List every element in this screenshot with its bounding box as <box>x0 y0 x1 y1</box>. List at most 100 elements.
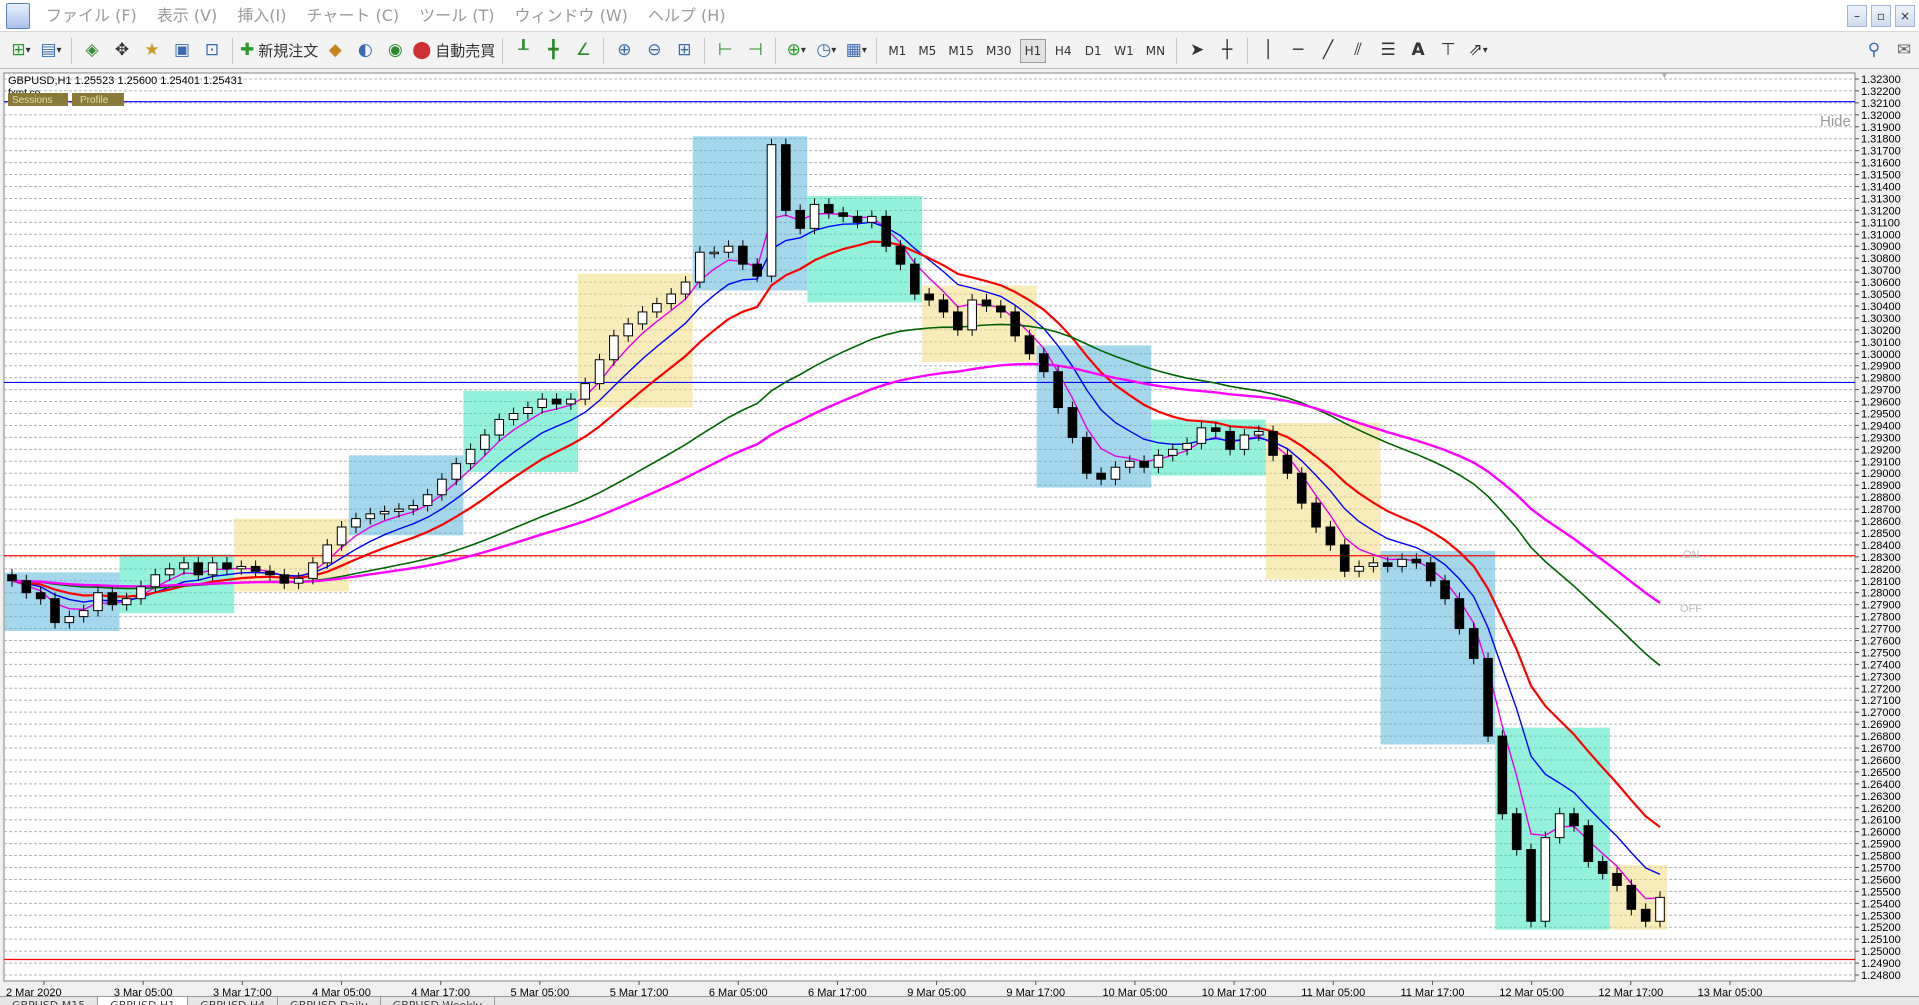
candle-body <box>695 251 705 283</box>
timeframe-mn[interactable]: MN <box>1142 39 1169 63</box>
candle-body <box>795 209 805 229</box>
timeframe-m30[interactable]: M30 <box>982 39 1016 63</box>
menu-tools[interactable]: ツール (T) <box>409 0 504 32</box>
price-chart[interactable]: 1.323001.322001.321001.320001.319001.318… <box>0 70 1919 1000</box>
candle-body <box>1210 427 1221 432</box>
horizontal-line-tool[interactable]: ─ <box>1285 37 1311 65</box>
restore-button[interactable]: ▫ <box>1871 5 1891 27</box>
candle-body <box>494 418 505 436</box>
close-button[interactable]: × <box>1895 5 1915 27</box>
candle-body <box>996 305 1006 313</box>
candle-body <box>1626 884 1637 910</box>
timeframe-w1[interactable]: W1 <box>1110 39 1138 63</box>
minimize-button[interactable]: – <box>1847 5 1867 27</box>
price-label: 1.30600 <box>1861 277 1901 289</box>
tab-gbpusd-weekly[interactable]: GBPUSD,Weekly <box>381 997 496 1005</box>
market-watch-button[interactable]: ◈ <box>79 37 105 65</box>
search-button[interactable]: ⚲ <box>1861 37 1887 65</box>
text-tool[interactable]: A <box>1405 37 1431 65</box>
candle-body <box>78 610 89 618</box>
tile-windows-button[interactable]: ⊞ <box>671 37 697 65</box>
profiles-button[interactable]: ▤ ▾ <box>38 37 64 65</box>
candle-body <box>1411 558 1422 564</box>
terminal-button[interactable]: ▣ <box>169 37 195 65</box>
timeframe-m15[interactable]: M15 <box>944 39 978 63</box>
vertical-line-tool[interactable]: │ <box>1255 37 1281 65</box>
new-order-button[interactable]: ✚ 新規注文 <box>240 37 318 65</box>
arrows-tool[interactable]: ⇗ ▾ <box>1465 37 1491 65</box>
tab-gbpusd-h4[interactable]: GBPUSD,H4 <box>188 997 279 1005</box>
candle-body <box>824 203 834 214</box>
price-label: 1.30200 <box>1861 325 1901 337</box>
chart-shift-button[interactable]: ⊣ <box>742 37 768 65</box>
profile-button[interactable]: Profile <box>80 95 109 106</box>
metaeditor-button[interactable]: ◆ <box>322 37 348 65</box>
indicators-button[interactable]: ⊕ ▾ <box>783 37 809 65</box>
menu-view[interactable]: 表示 (V) <box>147 0 228 32</box>
zoom-out-button[interactable]: ⊖ <box>641 37 667 65</box>
candle-body <box>465 448 476 465</box>
candle-body <box>250 565 261 572</box>
chart-window[interactable]: 1.32300 1.32200 1.32100 1.32000 1.31900 1.318… <box>0 70 1919 1000</box>
on-label[interactable]: ON <box>1683 549 1700 561</box>
zoom-in-button[interactable]: ⊕ <box>611 37 637 65</box>
new-chart-button[interactable]: ⊞ ▾ <box>8 37 34 65</box>
price-label: 1.25100 <box>1861 934 1901 946</box>
tester-button[interactable]: ⊡ <box>199 37 225 65</box>
crosshair-move-icon: ✥ <box>114 40 130 60</box>
text-label-tool[interactable]: ⊤ <box>1435 37 1461 65</box>
price-label: 1.27400 <box>1861 659 1901 671</box>
fibonacci-tool[interactable]: ☰ <box>1375 37 1401 65</box>
vertical-line-icon: │ <box>1262 40 1274 60</box>
data-window-button[interactable]: ✥ <box>109 37 135 65</box>
line-chart-button[interactable]: ∠ <box>570 37 596 65</box>
candle-body <box>666 293 676 305</box>
toolbar-separator <box>704 37 706 64</box>
timeframe-h1[interactable]: H1 <box>1019 38 1047 63</box>
signals-button[interactable]: ◐ <box>352 37 378 65</box>
candle-body <box>1640 908 1651 922</box>
timeframe-m1[interactable]: M1 <box>884 39 910 63</box>
price-label: 1.29100 <box>1861 456 1901 468</box>
hide-button[interactable]: Hide <box>1820 113 1851 130</box>
toolbar-separator <box>876 37 878 64</box>
market-button[interactable]: ◉ <box>382 37 408 65</box>
menu-insert[interactable]: 挿入(I) <box>227 0 296 32</box>
tab-gbpusd-h1[interactable]: GBPUSD,H1 <box>98 997 189 1005</box>
candle-body <box>1182 442 1192 450</box>
channel-tool[interactable]: ⫽ <box>1345 37 1371 65</box>
app-icon <box>6 2 30 29</box>
timeframe-h4[interactable]: H4 <box>1050 39 1076 63</box>
candlestick-button[interactable]: ╋ <box>540 37 566 65</box>
off-label[interactable]: OFF <box>1680 603 1702 615</box>
crosshair-tool[interactable]: ┼ <box>1214 37 1240 65</box>
tab-gbpusd-m15[interactable]: GBPUSD,M15 <box>0 997 99 1005</box>
sessions-button[interactable]: Sessions <box>12 95 53 106</box>
price-label: 1.29700 <box>1861 385 1901 397</box>
shift-marker[interactable]: ▼ <box>1660 70 1669 80</box>
navigator-button[interactable]: ★ <box>139 37 165 65</box>
menu-window[interactable]: ウィンドウ (W) <box>504 0 637 32</box>
templates-button[interactable]: ▦ ▾ <box>843 37 869 65</box>
auto-scroll-button[interactable]: ⊢ <box>712 37 738 65</box>
tab-gbpusd-daily[interactable]: GBPUSD,Daily <box>278 997 381 1005</box>
cursor-tool[interactable]: ➤ <box>1184 37 1210 65</box>
candle-body <box>1511 813 1522 851</box>
timeframe-m5[interactable]: M5 <box>914 39 940 63</box>
chat-button[interactable]: ✉ <box>1891 37 1917 65</box>
bar-chart-button[interactable]: ┸ <box>510 37 536 65</box>
auto-trade-button[interactable]: ⬤ 自動売買 <box>412 37 495 65</box>
trendline-tool[interactable]: ╱ <box>1315 37 1341 65</box>
periods-button[interactable]: ◷ ▾ <box>813 37 839 65</box>
price-label: 1.25200 <box>1861 922 1901 934</box>
timeframe-d1[interactable]: D1 <box>1080 39 1106 63</box>
toolbar-separator <box>232 37 233 64</box>
price-label: 1.31300 <box>1861 193 1901 205</box>
candle-body <box>781 144 791 211</box>
price-label: 1.28100 <box>1861 576 1901 588</box>
price-label: 1.28500 <box>1861 528 1901 540</box>
indicators-icon: ⊕ <box>786 40 801 60</box>
menu-chart[interactable]: チャート (C) <box>297 0 410 32</box>
menu-help[interactable]: ヘルプ (H) <box>638 0 736 32</box>
menu-file[interactable]: ファイル (F) <box>36 0 147 32</box>
